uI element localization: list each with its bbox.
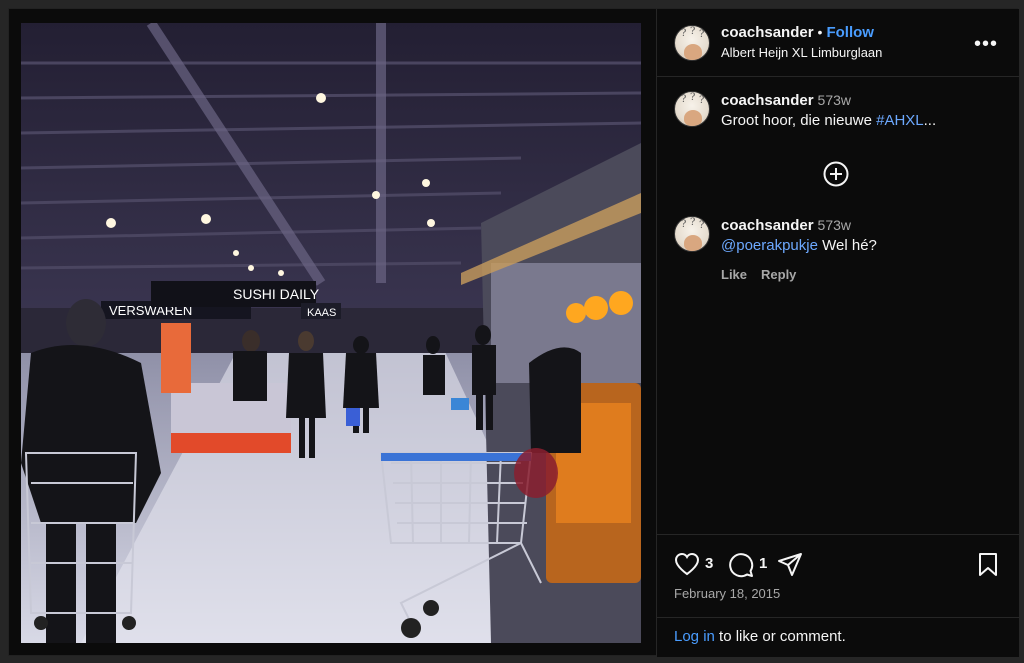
page-frame: VERSWAREN SUSHI DAILY KAAS ? ? ? coachsa…	[0, 0, 1024, 663]
comment-time: 573w	[817, 92, 852, 108]
load-more-comments-button[interactable]	[822, 160, 850, 188]
paper-plane-icon	[778, 553, 802, 576]
post-dialog: VERSWAREN SUSHI DAILY KAAS ? ? ? coachsa…	[8, 8, 1020, 657]
heart-icon	[674, 552, 700, 576]
login-link[interactable]: Log in	[674, 628, 715, 645]
avatar[interactable]: ? ? ?	[674, 216, 710, 252]
comment-text: Groot hoor, die nieuwe #AHXL...	[721, 112, 936, 129]
bookmark-icon	[979, 553, 997, 576]
comment-text: @poerakpukje Wel hé?	[721, 237, 877, 254]
hashtag-link[interactable]: #AHXL	[876, 112, 924, 129]
save-button[interactable]	[977, 552, 999, 583]
like-comment-button[interactable]: Like	[721, 267, 747, 282]
separator-dot: •	[817, 24, 823, 40]
comment-body: Wel hé?	[817, 237, 877, 254]
avatar[interactable]: ? ? ?	[674, 25, 710, 61]
comment-time: 573w	[817, 217, 852, 233]
plus-circle-icon	[823, 161, 849, 187]
truncation-ellipsis[interactable]: ...	[924, 112, 937, 129]
reply-button[interactable]: Reply	[761, 267, 796, 282]
supermarket-photo: VERSWAREN SUSHI DAILY KAAS	[21, 23, 641, 643]
mention-link[interactable]: @poerakpukje	[721, 237, 818, 254]
login-prompt: Log in to like or comment.	[657, 617, 1020, 658]
follow-button[interactable]: Follow	[826, 24, 874, 41]
share-button[interactable]	[777, 552, 803, 583]
post-header: ? ? ? coachsander • Follow Albert Heijn XL…	[657, 9, 1020, 77]
comment-body: Groot hoor, die nieuwe	[721, 112, 877, 129]
avatar[interactable]: ? ? ?	[674, 91, 710, 127]
more-options-icon[interactable]: •••	[974, 33, 998, 56]
comments-count: 1	[759, 555, 768, 572]
likes-count: 3	[705, 555, 714, 572]
sign-sushi-daily: SUSHI DAILY	[233, 286, 320, 302]
comment-button[interactable]	[728, 552, 754, 583]
post-date[interactable]: February 18, 2015	[674, 586, 780, 601]
location-link[interactable]: Albert Heijn XL Limburglaan	[721, 45, 882, 60]
login-prompt-text: to like or comment.	[714, 628, 846, 645]
like-button[interactable]	[674, 552, 700, 581]
sign-kaas: KAAS	[307, 307, 336, 319]
comment-username[interactable]: coachsander	[721, 217, 814, 234]
post-actions: 3 1 February 18, 2015 Log in to like or …	[657, 534, 1020, 657]
post-image[interactable]: VERSWAREN SUSHI DAILY KAAS	[21, 23, 641, 643]
post-side-panel: ? ? ? coachsander • Follow Albert Heijn XL…	[656, 9, 1020, 657]
comment-bubble-icon	[729, 553, 754, 578]
comment-username[interactable]: coachsander	[721, 92, 814, 109]
header-username[interactable]: coachsander	[721, 24, 814, 41]
